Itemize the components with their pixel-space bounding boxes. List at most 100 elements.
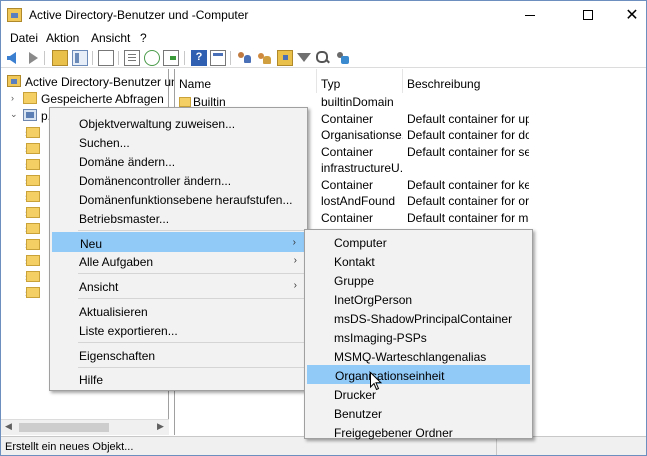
cell-description: Default container for ma...: [407, 211, 529, 225]
folder-icon[interactable]: [26, 223, 40, 234]
submenu-arrow-icon: ›: [293, 255, 297, 266]
submenu-item-msimaging[interactable]: msImaging-PSPs: [307, 328, 530, 347]
folder-up-icon[interactable]: [52, 50, 68, 66]
folder-icon[interactable]: [26, 207, 40, 218]
submenu-item-user[interactable]: Benutzer: [307, 404, 530, 423]
folder-icon[interactable]: [26, 175, 40, 186]
properties-icon[interactable]: [210, 50, 226, 66]
submenu-item-printer[interactable]: Drucker: [307, 385, 530, 404]
column-header-type[interactable]: Typ: [317, 69, 403, 93]
filter-icon[interactable]: [296, 50, 312, 66]
delegate-icon[interactable]: [335, 50, 351, 66]
menu-help[interactable]: ?: [140, 31, 147, 45]
submenu-item-msmq-alias[interactable]: MSMQ-Warteschlangenalias: [307, 347, 530, 366]
toolbar-separator: [118, 51, 119, 65]
menu-item-change-dc[interactable]: Domänencontroller ändern...: [52, 170, 305, 190]
list-icon[interactable]: [124, 50, 140, 66]
column-header-name[interactable]: Name: [175, 69, 317, 93]
maximize-button[interactable]: [565, 1, 611, 29]
menu-item-view[interactable]: Ansicht ›: [52, 276, 305, 296]
menu-item-label: Ansicht: [79, 280, 119, 294]
scroll-thumb[interactable]: [19, 423, 109, 432]
submenu-item-contact[interactable]: Kontakt: [307, 252, 530, 271]
menu-separator: [78, 367, 304, 368]
submenu-item-label: Organisationseinheit: [335, 369, 445, 383]
minimize-button[interactable]: [507, 1, 553, 29]
submenu-item-computer[interactable]: Computer: [307, 233, 530, 252]
cell-description: Default container for do...: [407, 128, 529, 142]
mouse-cursor-icon: [370, 372, 382, 391]
cell-type: Container: [321, 112, 374, 126]
collapse-icon[interactable]: ⌄: [10, 109, 18, 120]
menu-item-change-domain[interactable]: Domäne ändern...: [52, 151, 305, 171]
submenu-item-label: Gruppe: [334, 274, 375, 288]
folder-icon[interactable]: [26, 143, 40, 154]
aduc-app-icon: [7, 8, 22, 22]
menu-item-refresh[interactable]: Aktualisieren: [52, 301, 305, 321]
submenu-item-inetorgperson[interactable]: InetOrgPerson: [307, 290, 530, 309]
tree-saved-queries[interactable]: › Gespeicherte Abfragen: [1, 90, 169, 107]
menu-item-raise-level[interactable]: Domänenfunktionsebene heraufstufen...: [52, 189, 305, 209]
menu-item-properties[interactable]: Eigenschaften: [52, 345, 305, 365]
folder-icon[interactable]: [26, 255, 40, 266]
submenu-item-label: Benutzer: [334, 407, 383, 421]
users-icon[interactable]: [237, 50, 253, 66]
menu-item-new[interactable]: Neu ›: [52, 232, 305, 252]
tree-horizontal-scrollbar[interactable]: ◀ ▶: [1, 419, 169, 435]
submenu-item-label: msDS-ShadowPrincipalContainer: [334, 312, 513, 326]
help-icon[interactable]: ?: [191, 50, 207, 66]
menu-item-all-tasks[interactable]: Alle Aufgaben ›: [52, 251, 305, 271]
new-submenu: Computer Kontakt Gruppe InetOrgPerson ms…: [304, 229, 533, 442]
back-icon[interactable]: [5, 50, 21, 66]
menu-item-delegate[interactable]: Objektverwaltung zuweisen...: [52, 113, 305, 133]
close-button[interactable]: ✕: [609, 1, 646, 29]
menu-item-label: Suchen...: [79, 136, 130, 150]
cell-type: infrastructureU...: [321, 161, 403, 175]
scroll-right-icon[interactable]: ▶: [157, 421, 164, 432]
submenu-item-shared-folder[interactable]: Freigegebener Ordner: [307, 423, 530, 442]
submenu-item-shadow-principal[interactable]: msDS-ShadowPrincipalContainer: [307, 309, 530, 328]
tree-saved-queries-label: Gespeicherte Abfragen: [41, 92, 164, 106]
folder-icon: [179, 97, 191, 107]
title-bar[interactable]: Active Directory-Benutzer und -Computer …: [1, 1, 646, 29]
scroll-left-icon[interactable]: ◀: [5, 421, 12, 432]
refresh-icon[interactable]: [144, 50, 160, 66]
submenu-arrow-icon: ›: [293, 280, 297, 291]
maximize-icon: [583, 10, 593, 20]
folder-icon[interactable]: [26, 191, 40, 202]
menu-item-help[interactable]: Hilfe: [52, 369, 305, 389]
submenu-item-label: msImaging-PSPs: [334, 331, 427, 345]
forward-icon[interactable]: [23, 50, 39, 66]
cell-type: Container: [321, 145, 374, 159]
menu-item-export-list[interactable]: Liste exportieren...: [52, 320, 305, 340]
folder-icon[interactable]: [26, 127, 40, 138]
submenu-item-group[interactable]: Gruppe: [307, 271, 530, 290]
submenu-item-ou[interactable]: Organisationseinheit: [307, 365, 530, 384]
menu-separator: [78, 298, 304, 299]
menu-datei[interactable]: Datei: [10, 31, 38, 45]
expand-icon[interactable]: ›: [11, 93, 14, 103]
folder-icon[interactable]: [26, 159, 40, 170]
cell-type: Container: [321, 178, 374, 192]
menu-item-label: Aktualisieren: [79, 305, 148, 319]
show-pane-icon[interactable]: [72, 50, 88, 66]
submenu-item-label: Freigegebener Ordner: [334, 426, 453, 440]
menu-item-label: Betriebsmaster...: [79, 212, 170, 226]
folder-icon[interactable]: [26, 287, 40, 298]
ou-icon[interactable]: [277, 50, 293, 66]
cell-description: Default container for sec...: [407, 145, 529, 159]
menu-aktion[interactable]: Aktion: [46, 31, 79, 45]
folder-icon[interactable]: [26, 239, 40, 250]
export-icon[interactable]: [163, 50, 179, 66]
column-header-description[interactable]: Beschreibung: [403, 69, 646, 93]
submenu-item-label: Kontakt: [334, 255, 375, 269]
menu-ansicht[interactable]: Ansicht: [91, 31, 130, 45]
menu-item-find[interactable]: Suchen...: [52, 132, 305, 152]
menu-item-operations-masters[interactable]: Betriebsmaster...: [52, 208, 305, 228]
context-menu: Objektverwaltung zuweisen... Suchen... D…: [49, 107, 308, 391]
folder-icon[interactable]: [26, 271, 40, 282]
tree-root[interactable]: Active Directory-Benutzer und -: [1, 73, 192, 90]
document-icon[interactable]: [98, 50, 114, 66]
group-icon[interactable]: [257, 50, 273, 66]
find-icon[interactable]: [315, 50, 331, 66]
